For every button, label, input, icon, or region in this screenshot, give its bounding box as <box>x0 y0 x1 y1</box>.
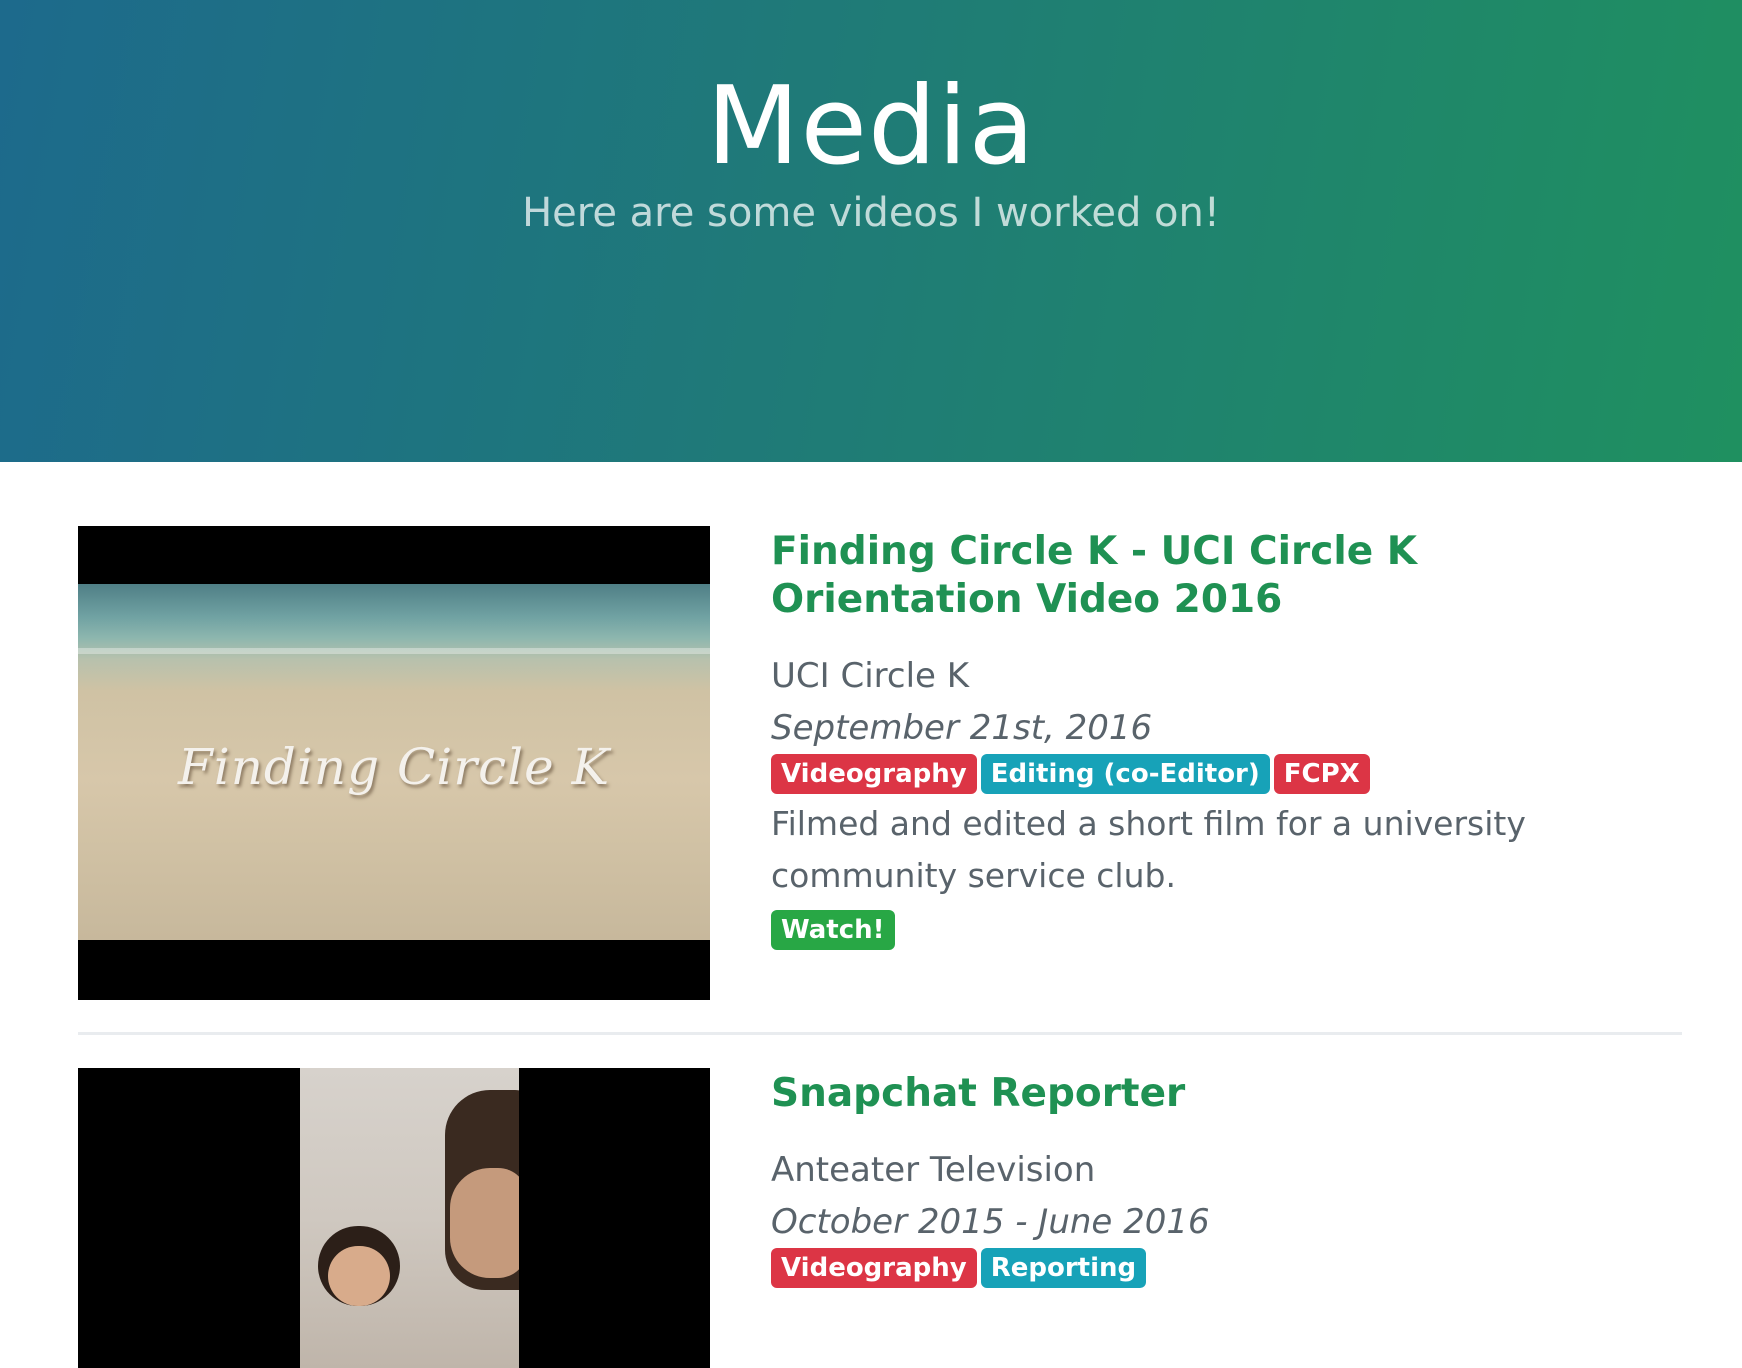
watch-button[interactable]: Watch! <box>771 910 895 950</box>
video-thumbnail[interactable] <box>78 1068 710 1368</box>
entry-date: October 2015 - June 2016 <box>771 1202 1210 1242</box>
tag-editing: Editing (co-Editor) <box>980 754 1270 794</box>
page-header: Media Here are some videos I worked on! <box>0 0 1742 462</box>
video-thumbnail[interactable]: Finding Circle K <box>78 526 710 1000</box>
entry-description: Filmed and edited a short film for a uni… <box>771 804 1526 895</box>
tag-videography: Videography <box>771 1248 977 1288</box>
media-entry: Snapchat Reporter Anteater Television Oc… <box>78 1068 1682 1368</box>
entry-organization: Anteater Television <box>771 1150 1096 1190</box>
tag-list: Videography Reporting <box>771 1248 1682 1292</box>
entry-content: Finding Circle K - UCI Circle K Orientat… <box>771 526 1682 950</box>
page-subtitle: Here are some videos I worked on! <box>522 190 1220 236</box>
entry-title: Finding Circle K - UCI Circle K Orientat… <box>771 529 1417 622</box>
entry-divider <box>78 1032 1682 1035</box>
media-entry: Finding Circle K Finding Circle K - UCI … <box>78 526 1682 1000</box>
page-title: Media <box>706 64 1036 189</box>
thumbnail-caption: Finding Circle K <box>178 738 610 796</box>
tag-fcpx: FCPX <box>1273 754 1370 794</box>
entry-date: September 21st, 2016 <box>771 708 1153 748</box>
tag-videography: Videography <box>771 754 977 794</box>
tag-reporting: Reporting <box>980 1248 1147 1288</box>
entry-title: Snapchat Reporter <box>771 1071 1186 1116</box>
entry-content: Snapchat Reporter Anteater Television Oc… <box>771 1068 1682 1292</box>
entry-organization: UCI Circle K <box>771 656 970 696</box>
video-frame-image <box>300 1068 519 1368</box>
tag-list: Videography Editing (co-Editor) FCPX <box>771 754 1682 798</box>
